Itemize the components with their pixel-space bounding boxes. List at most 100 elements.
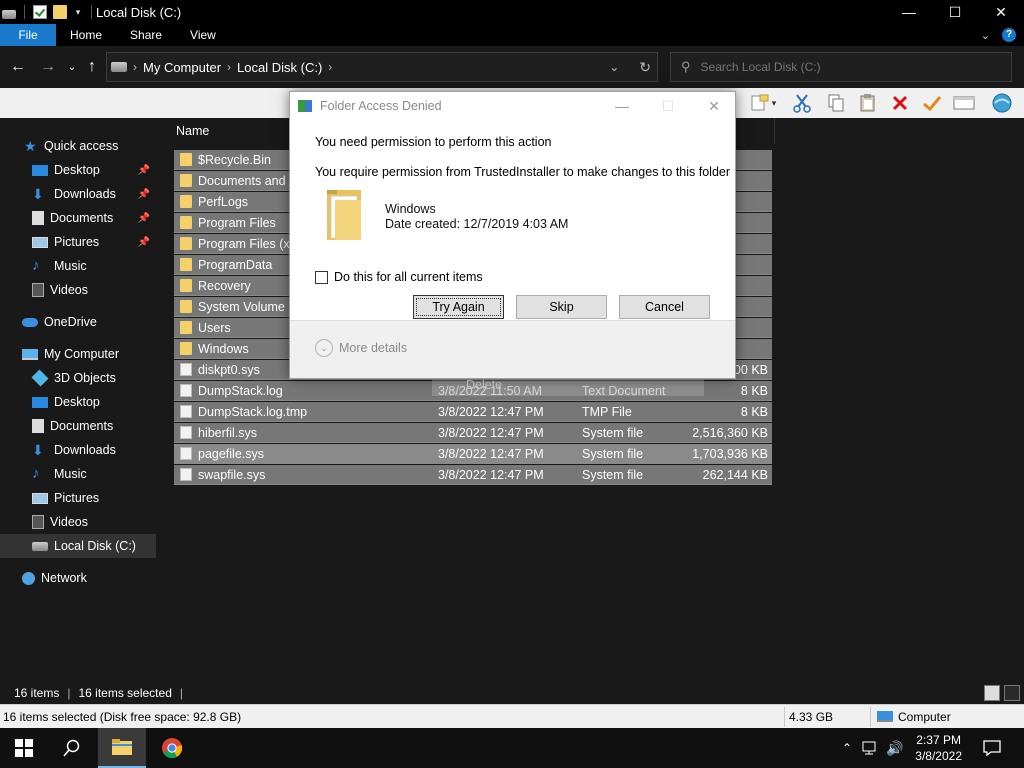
tab-home[interactable]: Home [56, 24, 116, 46]
file-row[interactable]: DumpStack.log.tmp 3/8/2022 12:47 PM TMP Fi… [174, 402, 772, 422]
desktop-icon [32, 164, 48, 176]
nav-my-computer[interactable]: My Computer [0, 342, 156, 366]
dialog-minimize-button[interactable]: — [612, 96, 632, 116]
dialog-maximize-button[interactable]: ☐ [658, 96, 678, 116]
address-dropdown-icon[interactable]: ⌄ [609, 60, 619, 74]
nav-qa-videos[interactable]: Videos [0, 278, 156, 302]
pin-icon[interactable]: 📌 [138, 165, 150, 176]
details-view-icon[interactable] [984, 685, 1000, 701]
nav-onedrive[interactable]: OneDrive [0, 310, 156, 334]
nav-item-label: Downloads [54, 443, 116, 457]
column-header-name[interactable]: Name [176, 124, 209, 138]
skip-button[interactable]: Skip [516, 295, 607, 319]
file-size: 8 KB [740, 404, 768, 419]
cancel-button[interactable]: Cancel [619, 295, 710, 319]
dropdown-arrow-icon[interactable]: ▾ [768, 92, 780, 114]
location-label: Computer [898, 710, 951, 724]
expand-ribbon-icon[interactable]: ⌄ [981, 29, 990, 42]
breadcrumb-local-disk[interactable]: Local Disk (C:) [231, 60, 328, 75]
nav-videos[interactable]: Videos [0, 510, 156, 534]
back-button[interactable]: ← [6, 55, 30, 79]
nav-item-label: Desktop [54, 163, 100, 177]
folder-icon [180, 216, 192, 229]
file-size: 2,516,360 KB [692, 425, 768, 440]
copy-icon[interactable] [824, 92, 848, 114]
search-taskbar-button[interactable] [48, 728, 96, 768]
dialog-message: You require permission from TrustedInsta… [315, 165, 731, 179]
cut-icon[interactable] [790, 92, 814, 114]
nav-documents[interactable]: Documents [0, 414, 156, 438]
system-clock[interactable]: 2:37 PM 3/8/2022 [915, 732, 962, 764]
folder-large-icon [327, 190, 361, 240]
large-icons-view-icon[interactable] [1004, 685, 1020, 701]
file-row[interactable]: swapfile.sys 3/8/2022 12:47 PM System file… [174, 465, 772, 485]
pin-icon[interactable]: 📌 [138, 189, 150, 200]
nav-music[interactable]: ♪ Music [0, 462, 156, 486]
nav-3d-objects[interactable]: 3D Objects [0, 366, 156, 390]
minimize-button[interactable]: — [886, 0, 932, 24]
breadcrumb-separator-icon[interactable]: › [328, 60, 332, 74]
maximize-button[interactable]: ☐ [932, 0, 978, 24]
notifications-button[interactable] [978, 728, 1006, 768]
try-again-button[interactable]: Try Again [413, 295, 504, 319]
close-button[interactable]: ✕ [978, 0, 1024, 24]
new-folder-icon[interactable] [53, 5, 67, 19]
file-type: TMP File [582, 404, 632, 419]
clock-time: 2:37 PM [916, 733, 961, 747]
folder-shield-icon [298, 100, 312, 112]
search-box[interactable]: ⚲ [670, 52, 1012, 82]
file-date: 3/8/2022 12:47 PM [438, 446, 544, 461]
column-divider[interactable] [774, 118, 775, 144]
nav-item-label: Downloads [54, 187, 116, 201]
address-bar[interactable]: › My Computer › Local Disk (C:) › ⌄ ↻ [106, 52, 658, 82]
videos-icon [32, 515, 44, 529]
rename-check-icon[interactable] [920, 92, 944, 114]
file-explorer-taskbar-button[interactable] [98, 728, 146, 768]
tab-file[interactable]: File [0, 24, 56, 46]
dialog-title: Folder Access Denied [320, 99, 442, 113]
file-explorer-window: ▾ Local Disk (C:) — ☐ ✕ File Home Share … [0, 0, 1024, 768]
nav-pictures[interactable]: Pictures [0, 486, 156, 510]
volume-tray-icon[interactable]: 🔊 [884, 728, 906, 768]
star-icon: ★ [24, 138, 37, 154]
pin-icon[interactable]: 📌 [138, 237, 150, 248]
file-row[interactable]: hiberfil.sys 3/8/2022 12:47 PM System file… [174, 423, 772, 443]
delete-icon[interactable] [888, 92, 912, 114]
breadcrumb-my-computer[interactable]: My Computer [137, 60, 227, 75]
refresh-icon[interactable]: ↻ [639, 59, 651, 76]
chrome-taskbar-button[interactable] [148, 728, 196, 768]
up-button[interactable]: ↑ [80, 55, 104, 79]
nav-qa-pictures[interactable]: Pictures 📌 [0, 230, 156, 254]
more-details-toggle[interactable]: ⌄ More details [315, 339, 407, 357]
dialog-close-button[interactable]: ✕ [704, 96, 724, 116]
file-row[interactable]: pagefile.sys 3/8/2022 12:47 PM System file… [174, 444, 772, 464]
nav-quick-access[interactable]: ★ Quick access [24, 134, 180, 158]
tab-view[interactable]: View [176, 24, 230, 46]
nav-desktop[interactable]: Desktop [0, 390, 156, 414]
help-icon[interactable]: ? [1002, 28, 1016, 42]
apply-all-checkbox[interactable] [315, 270, 328, 284]
file-icon [180, 468, 192, 481]
start-button[interactable] [0, 728, 48, 768]
search-input[interactable] [700, 60, 1001, 74]
show-hidden-icons-button[interactable]: ⌃ [838, 728, 856, 768]
nav-qa-downloads[interactable]: ⬇ Downloads 📌 [0, 182, 156, 206]
nav-qa-desktop[interactable]: Desktop 📌 [0, 158, 156, 182]
properties-window-icon[interactable] [952, 92, 976, 114]
forward-button[interactable]: → [36, 55, 60, 79]
nav-qa-documents[interactable]: Documents 📌 [0, 206, 156, 230]
nav-qa-music[interactable]: ♪ Music [0, 254, 156, 278]
nav-local-disk[interactable]: Local Disk (C:) [0, 534, 156, 558]
apply-all-checkbox-row[interactable]: Do this for all current items [315, 270, 483, 284]
paste-icon[interactable] [856, 92, 880, 114]
properties-icon[interactable] [33, 5, 47, 19]
nav-downloads[interactable]: ⬇ Downloads [0, 438, 156, 462]
shell-globe-icon[interactable] [990, 92, 1014, 114]
nav-network[interactable]: Network [0, 566, 156, 590]
tab-share[interactable]: Share [116, 24, 176, 46]
pin-icon[interactable]: 📌 [138, 213, 150, 224]
customize-qat-icon[interactable]: ▾ [73, 7, 83, 18]
file-name: DumpStack.log [198, 383, 283, 398]
network-tray-icon[interactable] [860, 728, 882, 768]
selection-size: 4.33 GB [789, 710, 834, 724]
